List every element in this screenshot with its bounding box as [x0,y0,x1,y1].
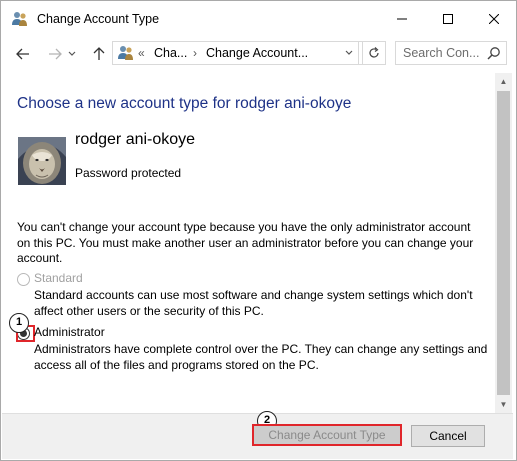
change-account-type-button[interactable]: Change Account Type [252,424,402,446]
back-button[interactable] [13,43,33,65]
user-status: Password protected [75,166,182,180]
breadcrumb-overflow[interactable]: « [138,46,145,60]
content-pane: Choose a new account type for rodger ani… [2,73,495,413]
users-icon [12,12,27,26]
change-account-type-window: Change Account Type « Cha... › Change Ac… [0,0,517,461]
scroll-up-arrow-icon[interactable]: ▲ [495,73,512,90]
breadcrumb-item-1[interactable]: Cha... [154,46,187,60]
minimize-icon [397,18,407,20]
forward-button[interactable] [45,43,65,65]
administrator-label[interactable]: Administrator [34,325,105,339]
chevron-down-icon [68,51,76,56]
navigation-bar: « Cha... › Change Account... Search Con.… [1,41,516,67]
close-button[interactable] [471,1,517,37]
recent-locations-button[interactable] [65,43,79,65]
chevron-down-icon [345,50,353,55]
account-notice: You can't change your account type becau… [17,220,474,265]
standard-label: Standard [34,271,83,285]
step-badge-1: 1 [9,313,29,333]
vertical-scrollbar[interactable]: ▲ ▼ [495,73,512,413]
scroll-down-arrow-icon[interactable]: ▼ [495,396,512,413]
breadcrumb-item-2[interactable]: Change Account... [206,46,308,60]
minimize-button[interactable] [379,1,425,37]
search-box[interactable]: Search Con... [395,41,507,65]
maximize-icon [443,14,453,24]
scrollbar-thumb[interactable] [497,91,510,395]
cancel-button[interactable]: Cancel [411,425,485,447]
search-icon [487,47,500,60]
user-name: rodger ani-okoye [75,131,196,148]
standard-radio[interactable] [17,273,30,286]
avatar [18,137,66,185]
users-icon [118,46,133,60]
window-title: Change Account Type [37,12,160,26]
administrator-description: Administrators have complete control ove… [34,342,488,372]
close-icon [489,14,499,24]
arrow-left-icon [16,48,29,60]
refresh-button[interactable] [362,41,386,65]
refresh-icon [369,47,379,58]
lion-avatar-icon [18,137,66,185]
arrow-up-icon [93,47,105,60]
up-button[interactable] [89,43,109,65]
button-bar: 2 Change Account Type Cancel [2,411,513,459]
maximize-button[interactable] [425,1,471,37]
arrow-right-icon [49,48,62,60]
breadcrumb-separator: › [193,46,197,60]
search-placeholder: Search Con... [403,46,480,60]
standard-description: Standard accounts can use most software … [34,288,473,318]
page-title: Choose a new account type for rodger ani… [17,95,352,112]
title-bar: Change Account Type [1,1,516,39]
address-dropdown-button[interactable] [340,41,359,65]
